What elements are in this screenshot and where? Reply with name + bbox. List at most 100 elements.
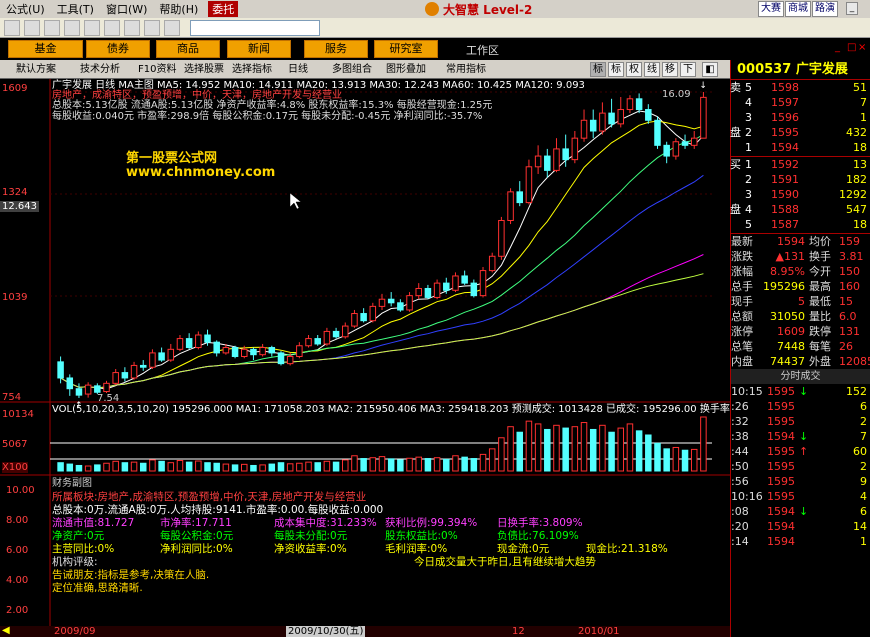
tab-daily[interactable]: 日线 (286, 62, 310, 77)
stat-label: 内盘 (731, 355, 753, 368)
tab-select-stock[interactable]: 选择股票 (182, 62, 226, 77)
buy-row[interactable]: 3 1590 1292 (731, 187, 870, 202)
roadshow-button[interactable]: 路演 (812, 1, 838, 17)
tick-row[interactable]: :14 1594 1 (731, 534, 870, 549)
menu-tools[interactable]: 工具(T) (51, 1, 100, 17)
tab-default-scheme[interactable]: 默认方案 (14, 62, 58, 77)
tick-time: :56 (731, 475, 749, 488)
tick-price: 1594 (767, 430, 795, 443)
switch-line[interactable]: 线 (644, 62, 660, 77)
stat-row[interactable]: 最新 1594 均价 159 (731, 234, 870, 249)
switch-mark[interactable]: 标 (590, 62, 606, 77)
chart-area[interactable]: ↓ ↑ 广宇发展 日线 MA主图 MA5: 14.952 MA10: 14.911… (0, 79, 743, 637)
buy-row[interactable]: 买 1 1592 13 (730, 157, 870, 172)
stat-row[interactable]: 现手 5 最低 15 (731, 294, 870, 309)
tick-row[interactable]: :44 1595 ↑ 60 (731, 444, 870, 459)
tick-row[interactable]: :56 1595 9 (731, 474, 870, 489)
switch-down[interactable]: 下 (680, 62, 696, 77)
panel-toggle-icon[interactable]: ◧ (702, 62, 718, 77)
panel-axis-label: 4.00 (6, 575, 29, 586)
kline-icon[interactable] (124, 20, 140, 36)
sell-row[interactable]: 4 1597 7 (731, 95, 870, 110)
volume-bar (498, 437, 505, 472)
switch-rights[interactable]: 权 (626, 62, 642, 77)
minimize-window-icon[interactable]: _ (835, 42, 845, 54)
menu-window[interactable]: 窗口(W) (100, 1, 153, 17)
tick-row[interactable]: :38 1594 ↓ 7 (731, 429, 870, 444)
nav-bond[interactable]: 债券 (86, 40, 150, 58)
nav-news[interactable]: 新闻 (227, 40, 291, 58)
watermark-url: www.chnmoney.com (126, 165, 276, 180)
buy-row[interactable]: 5 1587 18 (731, 217, 870, 232)
axis-left-arrow-icon[interactable]: ◀ (2, 625, 10, 636)
toolbar (0, 18, 870, 38)
print-icon[interactable] (84, 20, 100, 36)
nav-fund[interactable]: 基金 (8, 40, 83, 58)
tab-common-indicators[interactable]: 常用指标 (444, 62, 488, 77)
stat-row[interactable]: 内盘 74437 外盘 12085 (731, 354, 870, 369)
tab-select-indicator[interactable]: 选择指标 (230, 62, 274, 77)
volume-bar (397, 459, 404, 472)
minimize-icon[interactable]: _ (846, 2, 858, 15)
stat-row[interactable]: 总额 31050 量比 6.0 (731, 309, 870, 324)
contest-button[interactable]: 大赛 (758, 1, 784, 17)
stat-row[interactable]: 总手 195296 最高 160 (731, 279, 870, 294)
date-label: 2009/09 (54, 626, 96, 637)
tab-f10[interactable]: F10资料 (136, 62, 178, 77)
minute-chart-icon[interactable] (144, 20, 160, 36)
candle-body (286, 355, 294, 365)
refresh-icon[interactable] (64, 20, 80, 36)
sell-row[interactable]: 盘 2 1595 432 (730, 125, 870, 140)
switch-mark-2[interactable]: 标 (608, 62, 624, 77)
switch-move[interactable]: 移 (662, 62, 678, 77)
restore-window-icon[interactable]: □ (847, 42, 857, 54)
tab-technical[interactable]: 技术分析 (78, 62, 122, 77)
menu-formula[interactable]: 公式(U) (0, 1, 51, 17)
buy-row[interactable]: 2 1591 182 (731, 172, 870, 187)
candle-body (452, 275, 459, 291)
candle-body (296, 345, 303, 357)
sell-volume: 432 (846, 126, 867, 139)
tick-time: :08 (731, 505, 749, 518)
stat-row[interactable]: 总笔 7448 每笔 26 (731, 339, 870, 354)
sell-row[interactable]: 卖 5 1598 51 (730, 80, 870, 95)
volume-bar (369, 457, 377, 472)
sell-row[interactable]: 1 1594 18 (731, 140, 870, 155)
tick-row[interactable]: :08 1594 ↓ 6 (731, 504, 870, 519)
back-icon[interactable] (24, 20, 40, 36)
sell-row[interactable]: 3 1596 1 (731, 110, 870, 125)
tick-row[interactable]: :20 1594 14 (731, 519, 870, 534)
buy-row[interactable]: 盘 4 1588 547 (730, 202, 870, 217)
net-profit-yoy: 净利润同比:0% (160, 543, 233, 555)
mall-button[interactable]: 商城 (785, 1, 811, 17)
quote-list-icon[interactable] (104, 20, 120, 36)
menu-help[interactable]: 帮助(H) (153, 1, 204, 17)
candle-body (507, 191, 514, 221)
stock-search-input[interactable] (190, 20, 320, 36)
forward-icon[interactable] (44, 20, 60, 36)
volume-bar (553, 424, 560, 472)
candle-body (617, 109, 625, 125)
trust-button[interactable]: 委托 (208, 1, 239, 17)
tick-row[interactable]: :32 1595 2 (731, 414, 870, 429)
stock-title[interactable]: 000537 广宇发展 (731, 60, 870, 80)
tick-row[interactable]: :26 1595 6 (731, 399, 870, 414)
stat-label: 涨停 (731, 325, 753, 338)
tab-overlay[interactable]: 图形叠加 (384, 62, 428, 77)
f10-icon[interactable] (164, 20, 180, 36)
stat-row[interactable]: 涨幅 8.95% 今开 150 (731, 264, 870, 279)
stat-row[interactable]: 涨停 1609 跌停 131 (731, 324, 870, 339)
tick-header[interactable]: 分时成交 (731, 369, 870, 384)
nav-service[interactable]: 服务 (304, 40, 368, 58)
close-window-icon[interactable]: × (858, 42, 868, 54)
nav-research[interactable]: 研究室 (374, 40, 438, 58)
nav-commodity[interactable]: 商品 (156, 40, 220, 58)
tick-row[interactable]: :50 1595 2 (731, 459, 870, 474)
home-icon[interactable] (4, 20, 20, 36)
stat-row[interactable]: 涨跌 ▲131 换手 3.81 (731, 249, 870, 264)
tick-row[interactable]: 10:15 1595 ↓ 152 (731, 384, 870, 399)
tick-row[interactable]: 10:16 1595 4 (731, 489, 870, 504)
buy-volume: 18 (853, 218, 867, 231)
volume-bar (314, 462, 321, 472)
tab-multi-chart[interactable]: 多图组合 (330, 62, 374, 77)
